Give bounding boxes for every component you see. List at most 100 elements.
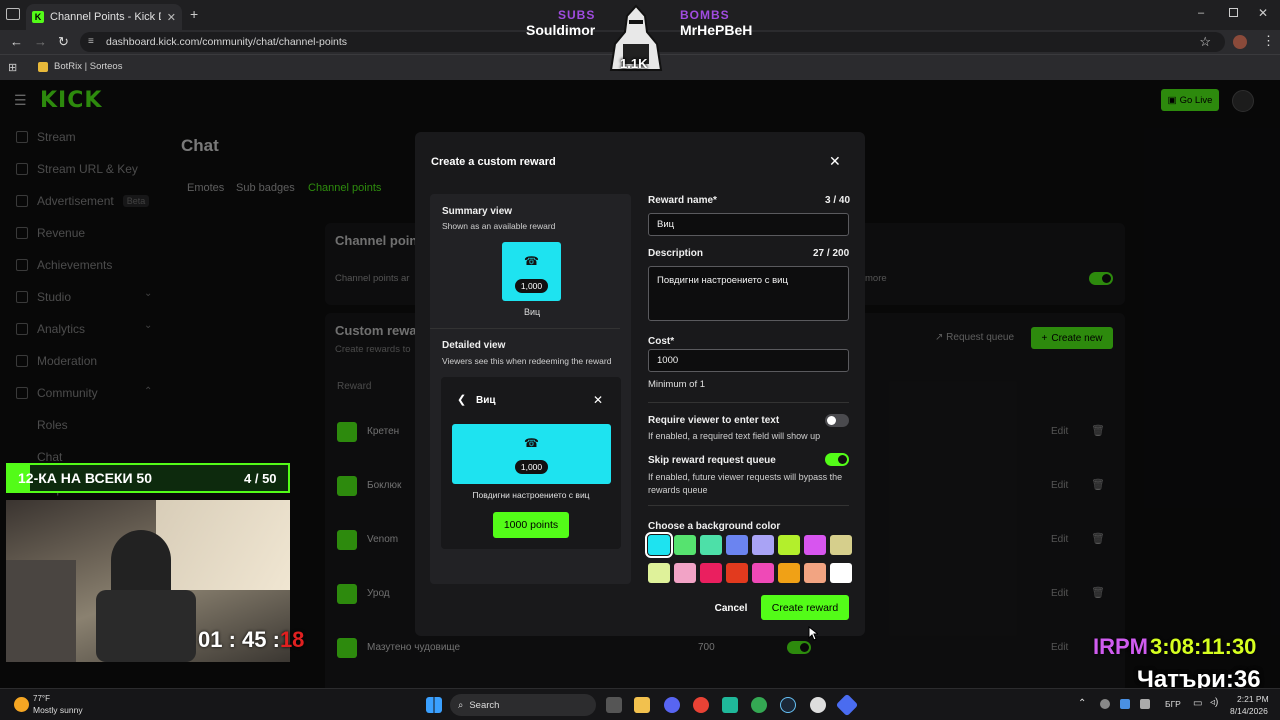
close-tab-icon[interactable]: ✕	[167, 11, 176, 24]
card-name: Виц	[524, 307, 541, 317]
color-swatch[interactable]	[830, 535, 852, 555]
skip-queue-toggle[interactable]	[825, 453, 849, 466]
require-text-hint: If enabled, a required text field will s…	[648, 431, 821, 441]
weather-desc: Mostly sunny	[33, 705, 83, 715]
file-explorer-icon[interactable]	[634, 697, 650, 713]
browser-tab[interactable]: K Channel Points - Kick Dashboar ✕	[26, 4, 182, 30]
reward-name-count: 3 / 40	[825, 195, 851, 206]
create-reward-modal: Create a custom reward ✕ Summary view Sh…	[415, 132, 865, 636]
windows-start-icon[interactable]	[426, 697, 442, 713]
reward-name-field[interactable]: Виц	[648, 213, 849, 236]
detailed-card: ❮ Виц ✕ ☎ 1,000 Повдигни настроението с …	[441, 377, 621, 549]
audio-app-icon[interactable]	[722, 697, 738, 713]
language-indicator[interactable]: БГР	[1165, 699, 1181, 709]
color-swatch[interactable]	[778, 535, 800, 555]
color-swatch[interactable]	[674, 535, 696, 555]
chrome-icon[interactable]	[693, 697, 709, 713]
require-text-label: Require viewer to enter text	[648, 415, 780, 426]
forward-icon[interactable]: →	[34, 34, 47, 49]
search-icon: ⌕	[458, 699, 464, 711]
minimize-icon[interactable]: –	[1198, 7, 1204, 19]
cancel-button[interactable]: Cancel	[711, 596, 751, 620]
cost-field[interactable]: 1000	[648, 349, 849, 372]
goal-bar: 12-КА НА ВСЕКИ 50 4 / 50	[6, 463, 290, 493]
summary-title: Summary view	[442, 206, 513, 217]
require-text-toggle[interactable]	[825, 414, 849, 427]
color-swatch[interactable]	[804, 563, 826, 583]
close-window-icon[interactable]: ✕	[1258, 6, 1268, 20]
maximize-icon[interactable]	[1229, 8, 1238, 17]
color-swatch[interactable]	[804, 535, 826, 555]
clock-date[interactable]: 8/14/2026	[1230, 706, 1268, 716]
divider	[648, 402, 849, 403]
back-icon[interactable]: ←	[10, 34, 23, 49]
description-value: Повдигни настроението с виц	[657, 275, 788, 286]
weather-temp: 77°F	[33, 694, 50, 703]
color-swatch[interactable]	[752, 563, 774, 583]
color-swatch[interactable]	[700, 563, 722, 583]
skip-queue-hint: If enabled, future viewer requests will …	[648, 472, 843, 495]
tray-chevron-icon[interactable]: ⌃	[1078, 698, 1086, 709]
detail-desc: Повдигни настроението с виц	[472, 490, 590, 500]
new-tab-icon[interactable]: +	[190, 6, 198, 22]
network-icon[interactable]: ▭	[1193, 698, 1202, 709]
tray-icons[interactable]	[1100, 699, 1156, 711]
obs-icon[interactable]	[810, 697, 826, 713]
detail-reward-banner: ☎ 1,000	[452, 424, 611, 484]
color-swatch[interactable]	[752, 535, 774, 555]
detail-cost: 1,000	[515, 460, 548, 474]
color-swatch[interactable]	[778, 563, 800, 583]
color-swatch[interactable]	[700, 535, 722, 555]
rpm-label: IRPM	[1093, 634, 1148, 659]
color-swatch[interactable]	[645, 532, 673, 558]
site-info-icon[interactable]: ≡	[88, 36, 94, 47]
bookmark-star-icon[interactable]: ☆	[1199, 34, 1211, 50]
back-icon[interactable]: ❮	[457, 393, 466, 406]
color-swatch[interactable]	[674, 563, 696, 583]
color-swatch[interactable]	[648, 563, 670, 583]
color-swatch[interactable]	[726, 535, 748, 555]
description-field[interactable]: Повдигни настроението с виц	[648, 266, 849, 321]
detail-name: Виц	[476, 395, 496, 406]
bookmark-botrix[interactable]: BotRix | Sorteos	[38, 61, 122, 72]
goal-text: 12-КА НА ВСЕКИ 50	[18, 470, 152, 486]
skip-queue-label: Skip reward request queue	[648, 455, 776, 466]
task-view-icon[interactable]	[606, 697, 622, 713]
rpm-display: IRPM3:08:11:30	[1093, 634, 1256, 660]
reload-icon[interactable]: ↻	[58, 34, 69, 50]
bookmark-label: BotRix | Sorteos	[54, 61, 123, 72]
summary-sub: Shown as an available reward	[442, 221, 556, 231]
taskbar: 77°F Mostly sunny ⌕ Search ⌃ БГР ▭ ◃) 2:2…	[0, 688, 1280, 720]
browser-menu-icon[interactable]: ⋮	[1262, 33, 1275, 49]
detailed-sub: Viewers see this when redeeming the rewa…	[442, 356, 612, 366]
mouse-cursor-icon	[808, 625, 820, 646]
apps-grid-icon[interactable]: ⊞	[8, 61, 17, 74]
color-swatch[interactable]	[726, 563, 748, 583]
cost-value: 1000	[657, 355, 679, 366]
tab-list-icon[interactable]	[6, 8, 20, 20]
create-reward-button[interactable]: Create reward	[761, 595, 849, 620]
count-badge: 1.1K	[620, 56, 648, 71]
bombs-label: BOMBS	[680, 8, 730, 22]
rpm-time: 3:08:11:30	[1150, 634, 1257, 659]
summary-reward-card: ☎ 1,000	[502, 242, 561, 301]
url-text: dashboard.kick.com/community/chat/channe…	[106, 36, 348, 48]
cost-label: Cost*	[648, 336, 675, 347]
redeem-points-button[interactable]: 1000 points	[493, 512, 569, 538]
chrome-active-icon[interactable]	[751, 697, 767, 713]
clock-time[interactable]: 2:21 PM	[1237, 694, 1269, 704]
color-swatch[interactable]	[830, 563, 852, 583]
cost-hint: Minimum of 1	[648, 379, 706, 390]
reward-name-value: Виц	[657, 219, 675, 230]
volume-icon[interactable]: ◃)	[1210, 697, 1218, 708]
botrix-favicon-icon	[38, 61, 48, 72]
reward-name-label: Reward name*	[648, 195, 717, 206]
taskbar-search[interactable]: ⌕ Search	[450, 694, 596, 716]
profile-avatar[interactable]	[1233, 35, 1247, 49]
timer: 01 : 45 :18	[198, 627, 304, 653]
close-icon[interactable]: ✕	[829, 153, 841, 170]
discord-icon[interactable]	[664, 697, 680, 713]
app-icon[interactable]	[835, 693, 859, 717]
steam-icon[interactable]	[780, 697, 796, 713]
close-icon[interactable]: ✕	[593, 393, 603, 407]
